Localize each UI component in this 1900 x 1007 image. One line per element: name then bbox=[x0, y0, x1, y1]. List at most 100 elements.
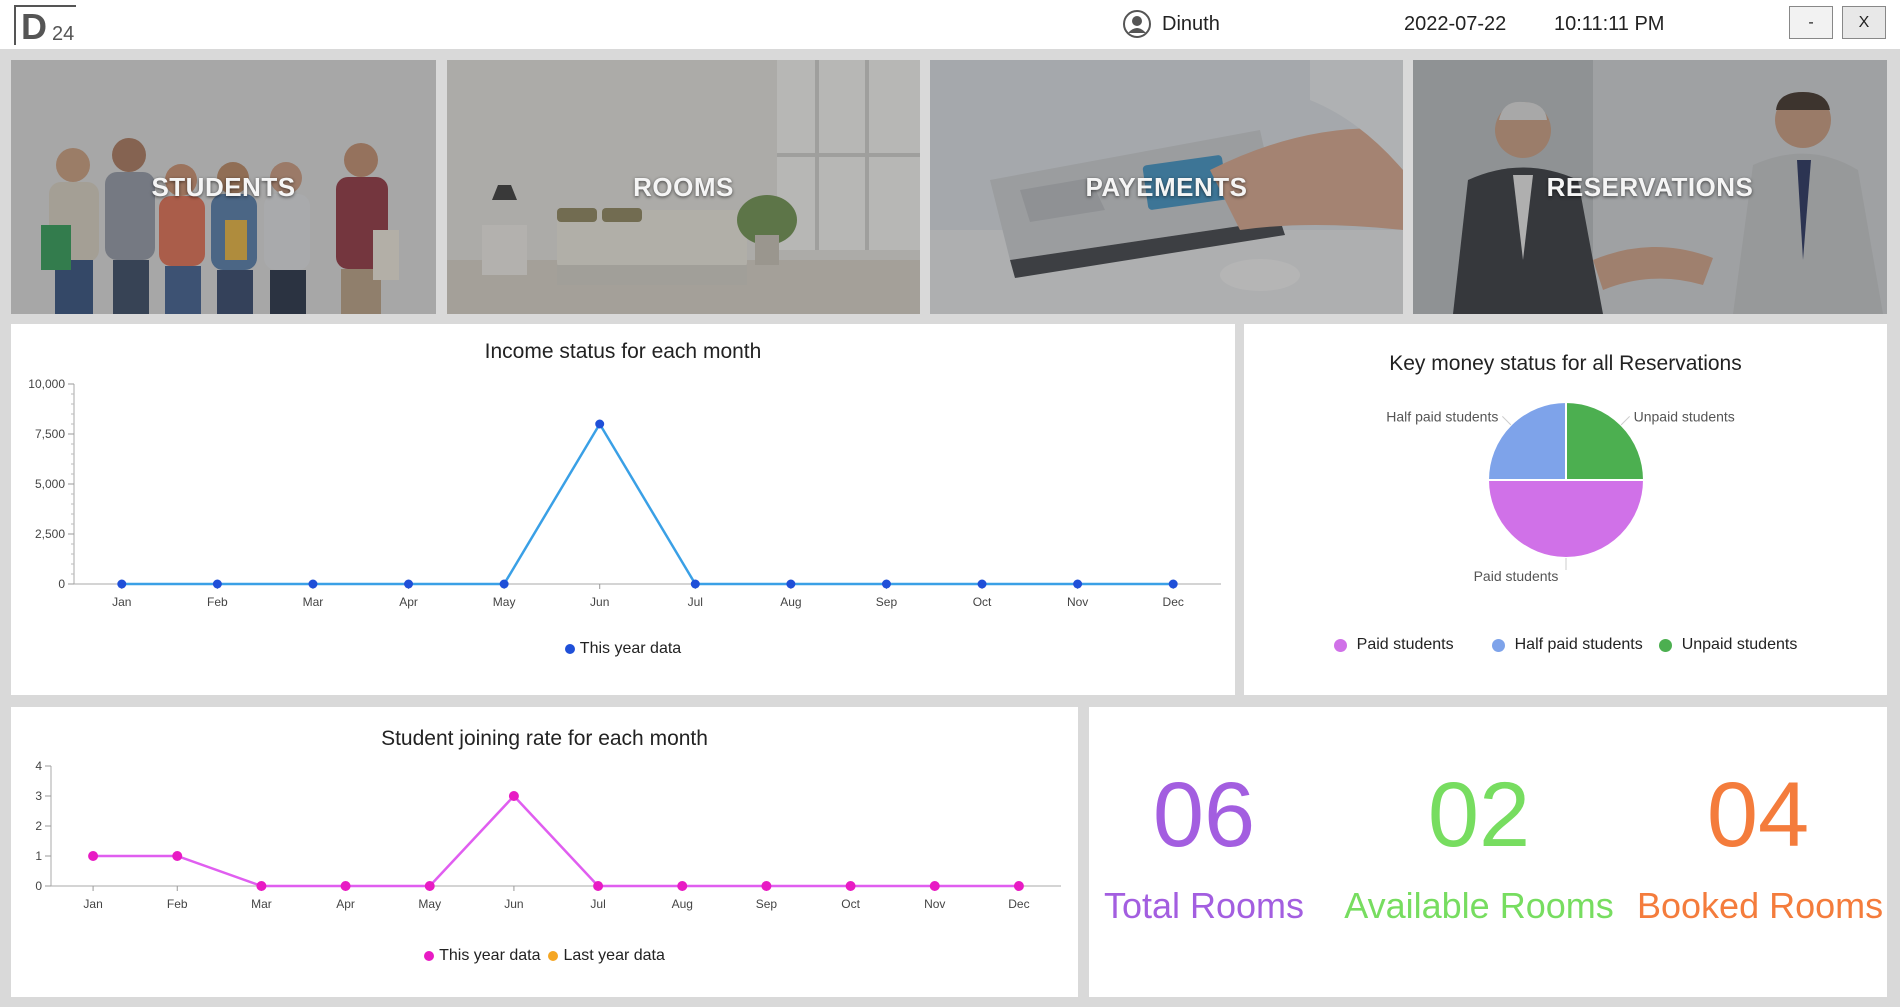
x-tick-label: Sep bbox=[756, 897, 778, 911]
rooms-tile[interactable]: ROOMS bbox=[447, 60, 920, 314]
joining-chart-title: Student joining rate for each month bbox=[381, 727, 708, 750]
legend-label: Half paid students bbox=[1514, 636, 1643, 653]
legend-dot-icon bbox=[1333, 638, 1347, 652]
data-point[interactable] bbox=[1013, 881, 1024, 891]
legend-label: Unpaid students bbox=[1681, 636, 1798, 653]
title-bar: D 24 Dinuth 2022-07-22 10:11:11 PM - X bbox=[0, 0, 1900, 49]
x-tick-label: Mar bbox=[251, 897, 272, 911]
x-tick-label: Oct bbox=[973, 595, 992, 609]
booked-rooms-stat: 04 Booked Rooms bbox=[1637, 764, 1884, 927]
y-tick-label: 0 bbox=[58, 577, 65, 591]
legend-dot-icon bbox=[564, 644, 575, 654]
y-tick-label: 4 bbox=[35, 759, 42, 773]
data-point[interactable] bbox=[308, 579, 318, 589]
booked-rooms-label: Booked Rooms bbox=[1637, 885, 1884, 926]
reservations-tile-label: RESERVATIONS bbox=[1546, 172, 1754, 202]
data-point[interactable] bbox=[595, 419, 605, 429]
y-tick-label: 7,500 bbox=[35, 427, 65, 441]
joining-line-chart: 0 1 2 3 4 Jan Feb Mar Apr May Jun Jul Aug Sep Oct Nov De… bbox=[35, 759, 1061, 911]
reservations-tile[interactable]: RESERVATIONS bbox=[1413, 60, 1887, 314]
data-point[interactable] bbox=[845, 881, 856, 891]
y-tick-label: 3 bbox=[35, 789, 42, 803]
pie-slice-paid[interactable] bbox=[1486, 479, 1646, 559]
legend-dot-icon bbox=[424, 951, 435, 961]
current-date: 2022-07-22 bbox=[1404, 13, 1507, 35]
current-time: 10:11:11 PM bbox=[1554, 13, 1665, 35]
students-tile[interactable]: STUDENTS bbox=[11, 60, 436, 314]
data-point[interactable] bbox=[977, 579, 987, 589]
pie-slice-label: Unpaid students bbox=[1634, 408, 1735, 424]
logo-letter: D bbox=[21, 6, 47, 47]
data-point[interactable] bbox=[1073, 579, 1083, 589]
data-point[interactable] bbox=[786, 579, 796, 589]
payements-tile-label: PAYEMENTS bbox=[1085, 172, 1248, 202]
data-point[interactable] bbox=[929, 881, 940, 891]
legend-item-last-year[interactable]: Last year data bbox=[548, 947, 665, 965]
data-point[interactable] bbox=[508, 791, 519, 801]
data-point[interactable] bbox=[256, 881, 267, 891]
data-point[interactable] bbox=[212, 579, 222, 589]
x-tick-label: Nov bbox=[924, 897, 945, 911]
legend-label: Last year data bbox=[563, 947, 665, 964]
x-tick-label: Nov bbox=[1067, 595, 1088, 609]
series-line bbox=[93, 794, 1019, 888]
x-tick-label: Feb bbox=[207, 595, 228, 609]
x-tick-label: Jul bbox=[590, 897, 605, 911]
x-tick-label: Jan bbox=[83, 897, 102, 911]
pie-leader-line bbox=[1620, 416, 1630, 426]
y-tick-label: 2,500 bbox=[35, 527, 65, 541]
x-tick-label: May bbox=[418, 897, 441, 911]
data-point[interactable] bbox=[424, 881, 435, 891]
payements-tile[interactable]: PAYEMENTS bbox=[930, 60, 1403, 314]
app-logo: D 24 bbox=[14, 5, 76, 47]
legend-item[interactable]: This year data bbox=[564, 640, 682, 658]
minimize-button[interactable]: - bbox=[1789, 6, 1833, 39]
rooms-tile-label: ROOMS bbox=[633, 172, 734, 202]
y-tick-label: 2 bbox=[35, 819, 42, 833]
key-money-pie-chart: Paid students Half paid students Unpaid st… bbox=[1386, 400, 1735, 584]
pie-slice-unpaid[interactable] bbox=[1565, 400, 1646, 481]
data-point[interactable] bbox=[593, 881, 604, 891]
data-point[interactable] bbox=[761, 881, 772, 891]
available-rooms-stat: 02 Available Rooms bbox=[1329, 769, 1629, 927]
total-rooms-stat: 06 Total Rooms bbox=[1089, 769, 1319, 927]
data-point[interactable] bbox=[88, 851, 99, 861]
y-tick-label: 1 bbox=[35, 849, 42, 863]
x-tick-label: Mar bbox=[303, 595, 324, 609]
legend-label: This year data bbox=[579, 640, 682, 657]
income-line-chart: 0 2,500 5,000 7,500 10,000 Jan Feb Mar Apr May Jun… bbox=[28, 377, 1221, 609]
data-point[interactable] bbox=[677, 881, 688, 891]
legend-item-unpaid[interactable]: Unpaid students bbox=[1658, 636, 1798, 654]
available-rooms-value: 02 bbox=[1427, 764, 1531, 866]
data-point[interactable] bbox=[690, 579, 700, 589]
data-point[interactable] bbox=[172, 851, 183, 861]
legend-label: This year data bbox=[439, 947, 541, 964]
y-tick-label: 10,000 bbox=[28, 377, 65, 391]
legend-item-this-year[interactable]: This year data bbox=[424, 947, 540, 965]
legend-item-half-paid[interactable]: Half paid students bbox=[1491, 636, 1643, 654]
key-money-chart-title: Key money status for all Reservations bbox=[1389, 352, 1742, 375]
data-point[interactable] bbox=[1168, 579, 1178, 589]
total-rooms-label: Total Rooms bbox=[1103, 885, 1305, 926]
income-chart-legend: This year data bbox=[11, 640, 1235, 658]
x-tick-label: Jul bbox=[688, 595, 703, 609]
pie-slice-label: Half paid students bbox=[1386, 408, 1498, 424]
close-button[interactable]: X bbox=[1842, 6, 1886, 39]
key-money-chart-legend: Paid students Half paid students Unpaid … bbox=[1244, 636, 1887, 654]
total-rooms-value: 06 bbox=[1152, 764, 1256, 866]
pie-slice-half-paid[interactable] bbox=[1486, 400, 1567, 481]
legend-dot-icon bbox=[548, 951, 559, 961]
students-tile-label: STUDENTS bbox=[151, 172, 296, 202]
joining-chart-panel: Student joining rate for each month 0 1 2 3… bbox=[11, 707, 1078, 997]
data-point[interactable] bbox=[881, 579, 891, 589]
legend-item-paid[interactable]: Paid students bbox=[1333, 636, 1454, 654]
data-point[interactable] bbox=[117, 579, 127, 589]
data-point[interactable] bbox=[404, 579, 414, 589]
x-tick-label: May bbox=[493, 595, 516, 609]
data-point[interactable] bbox=[340, 881, 351, 891]
booked-rooms-value: 04 bbox=[1706, 764, 1810, 866]
user-icon bbox=[1123, 10, 1151, 38]
x-tick-label: Feb bbox=[167, 897, 188, 911]
data-point[interactable] bbox=[499, 579, 509, 589]
x-tick-label: Dec bbox=[1008, 897, 1029, 911]
